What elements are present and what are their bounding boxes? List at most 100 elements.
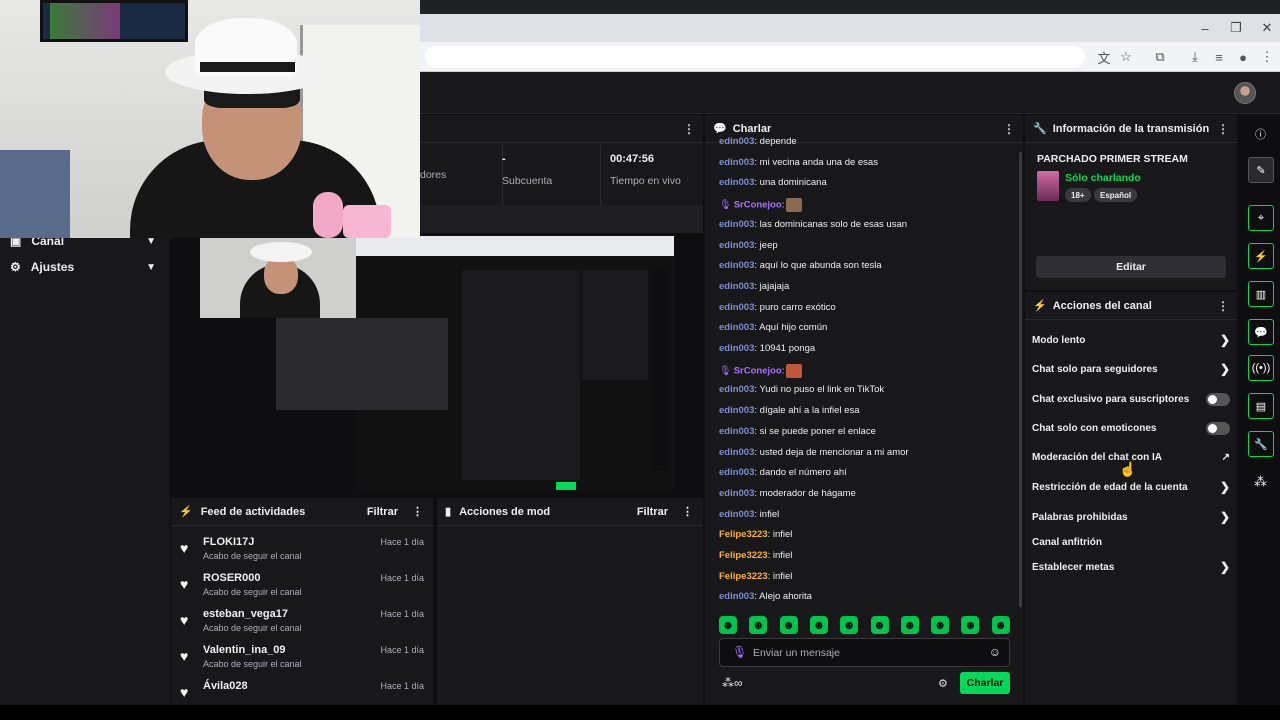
- emote-button[interactable]: ☻: [870, 616, 889, 634]
- more-options-icon[interactable]: ⋮: [1003, 122, 1015, 136]
- action-label: Modo lento: [1032, 334, 1086, 346]
- minimize-icon[interactable]: –: [1190, 14, 1220, 42]
- more-options-icon[interactable]: ⋮: [1217, 299, 1229, 313]
- action-label: Palabras prohibidas: [1032, 511, 1128, 523]
- emote-button[interactable]: ☻: [931, 616, 950, 634]
- chat-username[interactable]: SrConejoo: [734, 365, 782, 376]
- emote-button[interactable]: ☻: [749, 616, 768, 634]
- feed-filter-button[interactable]: Filtrar: [367, 506, 398, 518]
- chat-scrollbar[interactable]: [1019, 152, 1022, 607]
- chat-text: : dando el número ahí: [754, 467, 847, 479]
- subscribers-only-toggle[interactable]: [1206, 392, 1230, 406]
- chat-username[interactable]: edin003: [719, 260, 754, 271]
- chat-text: : puro carro exótico: [754, 301, 836, 313]
- stream-category[interactable]: Sólo charlando: [1065, 172, 1141, 184]
- chat-username[interactable]: edin003: [719, 343, 754, 354]
- chat-icon[interactable]: 💬: [1248, 319, 1274, 345]
- action-set-goals[interactable]: Establecer metas ❯: [1032, 557, 1230, 577]
- profile-icon[interactable]: ●: [1232, 46, 1254, 68]
- emote-button[interactable]: ☻: [719, 616, 737, 634]
- lightning-icon[interactable]: ⚡: [1248, 243, 1274, 269]
- emote-button[interactable]: ☻: [900, 616, 919, 634]
- close-window-icon[interactable]: ✕: [1252, 14, 1280, 42]
- chat-username[interactable]: edin003: [719, 322, 754, 333]
- marker-icon[interactable]: ▥: [1248, 281, 1274, 307]
- download-icon[interactable]: ⤓: [1184, 46, 1206, 68]
- chat-username[interactable]: Felipe3223: [719, 571, 768, 582]
- chat-message: edin003: jeep: [719, 240, 778, 251]
- action-label: Chat solo con emoticones: [1032, 422, 1157, 434]
- chat-username[interactable]: edin003: [719, 467, 754, 478]
- chat-username[interactable]: edin003: [719, 136, 754, 147]
- bookmark-star-icon[interactable]: ☆: [1115, 46, 1137, 68]
- chat-username[interactable]: edin003: [719, 281, 754, 292]
- emote-button[interactable]: ☻: [809, 616, 828, 634]
- chat-username[interactable]: edin003: [719, 219, 754, 230]
- wrench-icon: 🔧: [1033, 123, 1047, 135]
- chat-username[interactable]: Felipe3223: [719, 550, 768, 561]
- points-icon[interactable]: ⁂∞: [722, 676, 743, 690]
- chat-input[interactable]: 🎙 Enviar un mensaje ☺: [719, 638, 1010, 667]
- chat-username[interactable]: Felipe3223: [719, 529, 768, 540]
- maximize-icon[interactable]: ❐: [1221, 14, 1251, 42]
- action-banned-words[interactable]: Palabras prohibidas ❯: [1032, 507, 1230, 527]
- chat-username[interactable]: edin003: [719, 447, 754, 458]
- chat-username[interactable]: edin003: [719, 384, 754, 395]
- info-icon[interactable]: ⓘ: [1255, 126, 1266, 142]
- chat-username[interactable]: edin003: [719, 157, 754, 168]
- chat-text: : 10941 ponga: [754, 343, 816, 354]
- chat-username[interactable]: edin003: [719, 509, 754, 520]
- more-options-icon[interactable]: ⋮: [1217, 122, 1229, 136]
- chat-settings-icon[interactable]: ⚙: [938, 677, 948, 690]
- chat-username[interactable]: edin003: [719, 426, 754, 437]
- address-bar[interactable]: [425, 46, 1085, 68]
- emote-button[interactable]: ☻: [779, 616, 798, 634]
- emote-only-toggle[interactable]: [1206, 421, 1230, 435]
- chat-username[interactable]: edin003: [719, 177, 754, 188]
- emote-button[interactable]: ☻: [840, 616, 859, 634]
- edit-icon[interactable]: ✎: [1248, 157, 1274, 183]
- action-host-channel[interactable]: Canal anfitrión: [1032, 532, 1230, 552]
- action-followers-only[interactable]: Chat solo para seguidores ❯: [1032, 359, 1230, 379]
- category-thumbnail[interactable]: [1037, 171, 1059, 201]
- media-icon[interactable]: ≡: [1208, 46, 1230, 68]
- feed-item-user[interactable]: Ávila028: [203, 680, 248, 692]
- heart-icon: ♥: [180, 612, 189, 628]
- user-avatar[interactable]: [1234, 82, 1256, 104]
- chat-message: edin003: 10941 ponga: [719, 343, 815, 354]
- emote-button[interactable]: ☻: [991, 616, 1010, 634]
- clip-icon[interactable]: ⌖: [1248, 205, 1274, 231]
- sidebar-item-ajustes[interactable]: ⚙ Ajustes ▼: [0, 254, 170, 280]
- stats-panel: ⋮ dores - Subcuenta 00:47:56 Tiempo en v…: [420, 115, 703, 205]
- ads-icon[interactable]: ▤: [1248, 393, 1274, 419]
- lightning-icon: ⚡: [1033, 300, 1047, 312]
- feed-item-user[interactable]: FLOKI17J: [203, 536, 254, 548]
- chat-username[interactable]: edin003: [719, 302, 754, 313]
- feed-item-user[interactable]: ROSER000: [203, 572, 260, 584]
- broadcast-icon[interactable]: ((•)): [1248, 355, 1274, 381]
- browser-menu-icon[interactable]: ⋮: [1256, 46, 1278, 68]
- more-options-icon[interactable]: ⋮: [412, 505, 423, 518]
- tools-icon[interactable]: 🔧: [1248, 431, 1274, 457]
- feed-item-user[interactable]: esteban_vega17: [203, 608, 288, 620]
- emoji-icon[interactable]: ☺: [989, 645, 1001, 659]
- chat-username[interactable]: edin003: [719, 488, 754, 499]
- more-options-icon[interactable]: ⋮: [683, 122, 695, 136]
- mod-filter-button[interactable]: Filtrar: [637, 506, 668, 518]
- feed-item-user[interactable]: Valentin_ina_09: [203, 644, 286, 656]
- translate-icon[interactable]: 文: [1093, 46, 1115, 68]
- more-options-icon[interactable]: ⋮: [682, 505, 693, 518]
- chat-username[interactable]: edin003: [719, 591, 754, 602]
- extensions-rail-icon[interactable]: ⁂: [1254, 474, 1267, 490]
- extensions-icon[interactable]: ⧉: [1149, 46, 1171, 68]
- chat-username[interactable]: SrConejoo: [734, 200, 782, 211]
- chat-username[interactable]: edin003: [719, 405, 754, 416]
- edit-stream-button[interactable]: Editar: [1036, 256, 1226, 278]
- emote-button[interactable]: ☻: [961, 616, 980, 634]
- action-age-restriction[interactable]: Restricción de edad de la cuenta ❯: [1032, 477, 1230, 497]
- send-chat-button[interactable]: Charlar: [960, 672, 1010, 694]
- chat-username[interactable]: edin003: [719, 240, 754, 251]
- feed-item: ♥ ROSER000 Acabo de seguir el canal Hace…: [176, 570, 430, 606]
- chat-message: 🎙 SrConejoo:: [719, 363, 803, 378]
- action-slow-mode[interactable]: Modo lento ❯: [1032, 330, 1230, 350]
